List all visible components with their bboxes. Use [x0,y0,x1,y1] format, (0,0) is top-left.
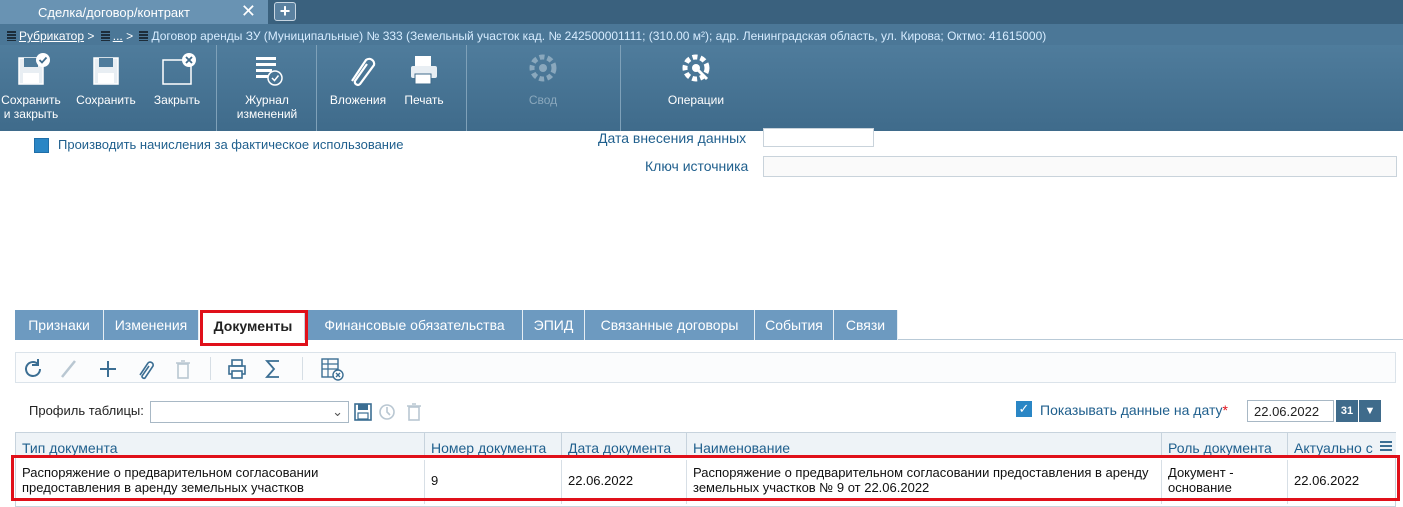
column-header-actual-from[interactable]: Актуально с [1288,433,1396,458]
operations-button[interactable]: Операции [656,45,736,131]
tab-financial-obligations[interactable]: Финансовые обязательства [307,310,523,340]
close-label: Закрыть [153,93,201,107]
tab-documents[interactable]: Документы [201,310,305,340]
sum-icon[interactable] [258,353,288,384]
tab-related-contracts[interactable]: Связанные договоры [585,310,755,340]
save-profile-icon[interactable] [352,400,374,424]
cell-name: Распоряжение о предварительном согласова… [687,460,1162,504]
breadcrumb: Рубрикатор > ... > Договор аренды ЗУ (Му… [0,24,1403,45]
fact-usage-checkbox[interactable] [34,138,49,153]
close-button[interactable]: Закрыть [148,45,206,131]
cell-actual-from: 22.06.2022 [1294,473,1360,488]
column-menu-icon[interactable] [1380,441,1392,451]
column-header-number[interactable]: Номер документа [425,433,562,458]
toolbar-divider [302,357,303,380]
document-icon [139,30,149,41]
toolbar-divider [210,357,211,380]
breadcrumb-rubricator[interactable]: Рубрикатор [19,29,84,43]
gear-wrench-icon [682,54,710,82]
tab-events[interactable]: События [755,310,834,340]
new-tab-button[interactable]: + [274,2,296,21]
paperclip-icon [351,57,376,86]
date-entry-label: Дата внесения данных [598,130,747,146]
printer-icon [411,56,437,85]
documents-table: Тип документа Номер документа Дата докум… [15,432,1396,507]
breadcrumb-current-document: Договор аренды ЗУ (Муниципальные) № 333 … [151,28,1047,43]
save-and-close-button[interactable]: Сохранить и закрыть [0,45,62,131]
save-and-close-label: Сохранить и закрыть [1,93,61,121]
attach-icon[interactable] [130,353,160,384]
refresh-icon[interactable] [18,353,48,384]
table-profile-label: Профиль таблицы: [29,403,144,418]
window-tab-strip: Сделка/договор/контракт ✕ + [0,0,1403,24]
chevron-down-icon: ⌄ [332,404,343,419]
add-icon[interactable] [93,353,123,384]
date-entry-field[interactable] [763,128,874,147]
column-header-date[interactable]: Дата документа [562,433,687,458]
tab-bar-underline [898,339,1403,340]
breadcrumb-ellipsis[interactable]: ... [113,29,123,43]
cell-type: Распоряжение о предварительном согласова… [16,460,425,504]
breadcrumb-separator: > [126,28,134,43]
grid-toolbar [15,352,1396,383]
attachments-button[interactable]: Вложения [324,45,392,131]
table-profile-select[interactable]: ⌄ [150,401,349,423]
breadcrumb-separator: > [87,28,95,43]
journal-button[interactable]: Журнал изменений [224,45,310,131]
table-settings-icon[interactable] [317,353,347,384]
window-tab-deal[interactable]: Сделка/договор/контракт ✕ [0,0,268,24]
tab-links[interactable]: Связи [834,310,898,340]
close-tab-icon[interactable]: ✕ [241,2,256,20]
journal-label: Журнал изменений [236,93,298,121]
gear-wrench-icon [529,54,557,82]
column-header-role[interactable]: Роль документа [1162,433,1288,458]
summary-button[interactable]: Свод [510,45,576,131]
journal-icon [256,57,283,86]
save-button[interactable]: Сохранить [70,45,142,131]
list-icon [100,30,110,41]
save-label: Сохранить [76,93,136,107]
column-header-name[interactable]: Наименование [687,433,1162,458]
print-button[interactable]: Печать [396,45,452,131]
required-mark: * [1222,402,1228,418]
delete-icon[interactable] [168,353,198,384]
calendar-icon[interactable]: 31 [1336,400,1358,422]
save-icon [93,57,119,85]
tab-changes[interactable]: Изменения [104,310,199,340]
ribbon-divider [216,45,217,131]
fact-usage-label: Производить начисления за фактическое ис… [58,137,404,152]
print-label: Печать [404,93,444,107]
source-key-label: Ключ источника [645,158,749,174]
close-window-icon [162,53,196,85]
reset-profile-icon[interactable] [376,400,398,424]
date-dropdown-icon[interactable]: ▼ [1359,400,1381,422]
print-icon[interactable] [222,353,252,384]
ribbon-toolbar: Сохранить и закрыть Сохранить Закрыть Жу… [0,45,1403,131]
edit-icon[interactable] [54,353,84,384]
summary-label: Свод [528,93,558,107]
ribbon-divider [316,45,317,131]
cell-role: Документ - основание [1162,460,1288,504]
save-close-icon [18,53,50,85]
delete-profile-icon[interactable] [403,400,425,424]
source-key-field[interactable] [763,156,1397,177]
ribbon-divider [620,45,621,131]
column-header-type[interactable]: Тип документа [16,433,425,458]
tab-epid[interactable]: ЭПИД [523,310,585,340]
cell-date: 22.06.2022 [562,460,687,504]
attachments-label: Вложения [329,93,387,107]
show-data-on-date-checkbox[interactable]: ✓ [1016,401,1032,417]
operations-label: Операции [667,93,725,107]
show-data-on-date-label: Показывать данные на дату* [1040,402,1228,418]
ribbon-divider [466,45,467,131]
cell-number: 9 [425,460,562,504]
list-icon [7,30,16,41]
tab-attributes[interactable]: Признаки [15,310,104,340]
window-tab-title: Сделка/договор/контракт [38,5,190,20]
show-data-date-input[interactable]: 22.06.2022 [1247,400,1334,422]
